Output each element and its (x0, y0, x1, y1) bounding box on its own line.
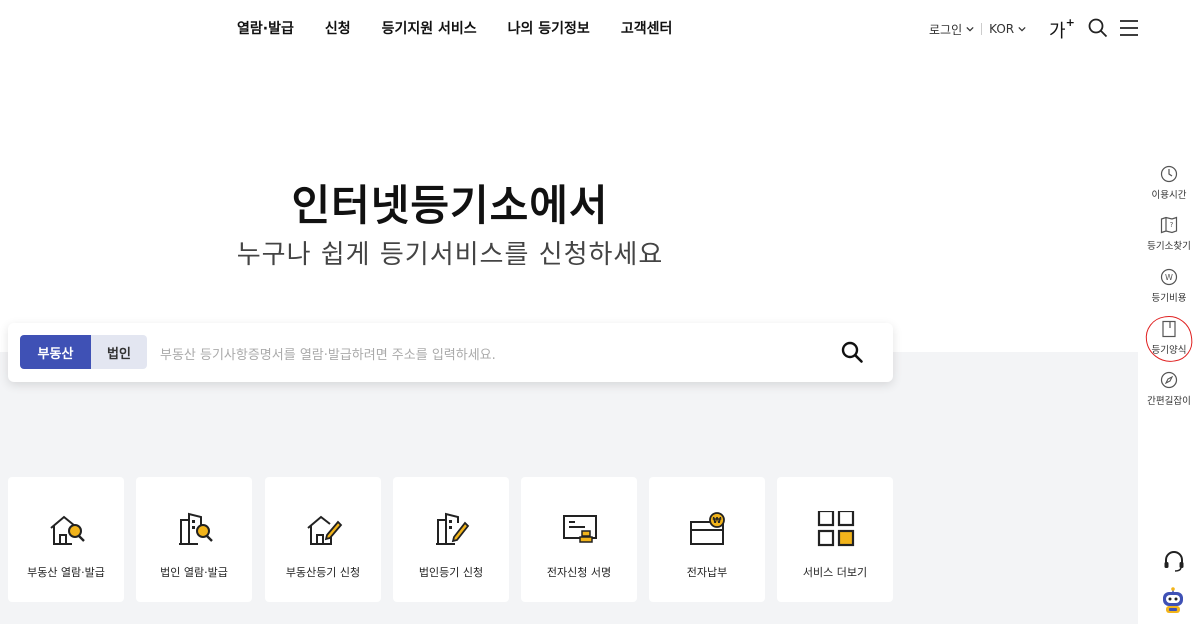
quick-item-label: 등기소찾기 (1147, 241, 1191, 252)
grid-more-icon (817, 511, 855, 547)
font-size-label: 가 (1049, 21, 1066, 42)
nav-view-issue[interactable]: 열람·발급 (237, 18, 294, 38)
hero-subtitle: 누구나 쉽게 등기서비스를 신청하세요 (236, 240, 664, 270)
service-card-corporation-view[interactable]: 법인 열람·발급 (136, 477, 252, 602)
quick-item-label: 간편길잡이 (1147, 396, 1191, 407)
service-card-label: 부동산 열람·발급 (27, 566, 105, 579)
compass-icon (1160, 371, 1178, 389)
quick-menu: 이용시간 ? 등기소찾기 W 등기비용 등기양식 간편길잡이 (1138, 0, 1200, 624)
quick-item-cost[interactable]: W 등기비용 (1138, 268, 1200, 304)
house-search-icon (50, 515, 85, 545)
chatbot-icon[interactable] (1160, 587, 1186, 615)
service-card-label: 서비스 더보기 (802, 566, 868, 579)
nav-my-registry-info[interactable]: 나의 등기정보 (508, 18, 590, 38)
service-card-label: 전자납부 (686, 566, 728, 579)
service-card-label: 부동산등기 신청 (285, 566, 361, 579)
main-navigation: 열람·발급 신청 등기지원 서비스 나의 등기정보 고객센터 (237, 18, 703, 38)
chevron-down-icon (1018, 26, 1026, 32)
font-size-plus: + (1065, 16, 1075, 29)
service-card-label: 법인등기 신청 (418, 566, 484, 579)
e-sign-icon (563, 515, 597, 543)
font-size-button[interactable]: 가+ (1049, 16, 1075, 43)
login-button[interactable]: 로그인 (929, 21, 974, 38)
building-search-icon (179, 512, 213, 545)
service-card-realestate-view[interactable]: 부동산 열람·발급 (8, 477, 124, 602)
quick-item-label: 이용시간 (1151, 190, 1187, 201)
search-icon[interactable] (1088, 18, 1108, 38)
building-edit-icon (436, 512, 470, 545)
service-card-corporation-apply[interactable]: 법인등기 신청 (393, 477, 509, 602)
language-select[interactable]: KOR (989, 22, 1026, 36)
won-coin-icon: W (1160, 268, 1178, 286)
nav-support-service[interactable]: 등기지원 서비스 (382, 18, 477, 38)
menu-icon[interactable] (1119, 18, 1139, 38)
headset-icon[interactable] (1163, 550, 1185, 572)
quick-item-guide[interactable]: 간편길잡이 (1138, 371, 1200, 407)
svg-text:₩: ₩ (713, 516, 722, 525)
quick-item-label: 등기비용 (1151, 293, 1187, 304)
hero-title: 인터넷등기소에서 (291, 181, 609, 230)
service-card-e-payment[interactable]: ₩ 전자납부 (649, 477, 765, 602)
divider (981, 23, 983, 35)
quick-item-find-office[interactable]: ? 등기소찾기 (1138, 216, 1200, 252)
map-icon: ? (1160, 216, 1178, 234)
search-box: 부동산 법인 부동산 등기사항증명서를 열람·발급하려면 주소를 입력하세요. (8, 323, 893, 382)
tab-corporation[interactable]: 법인 (91, 335, 147, 369)
tab-realestate[interactable]: 부동산 (20, 335, 91, 369)
svg-text:?: ? (1170, 221, 1174, 229)
nav-customer-center[interactable]: 고객센터 (621, 18, 673, 38)
service-card-label: 법인 열람·발급 (160, 566, 228, 579)
clock-icon (1160, 165, 1178, 183)
service-card-more[interactable]: 서비스 더보기 (777, 477, 893, 602)
utility-menu: 로그인 KOR (929, 18, 1026, 40)
login-label: 로그인 (929, 22, 963, 37)
e-payment-icon: ₩ (690, 512, 725, 545)
search-input[interactable]: 부동산 등기사항증명서를 열람·발급하려면 주소를 입력하세요. (160, 344, 496, 363)
house-edit-icon (307, 515, 343, 545)
service-card-e-sign[interactable]: 전자신청 서명 (521, 477, 637, 602)
quick-item-hours[interactable]: 이용시간 (1138, 165, 1200, 201)
svg-text:W: W (1165, 273, 1173, 282)
service-card-realestate-apply[interactable]: 부동산등기 신청 (265, 477, 381, 602)
language-label: KOR (989, 22, 1015, 36)
nav-apply[interactable]: 신청 (325, 18, 351, 38)
service-card-label: 전자신청 서명 (546, 566, 612, 579)
search-submit-icon[interactable] (840, 340, 864, 364)
chevron-down-icon (966, 26, 974, 32)
